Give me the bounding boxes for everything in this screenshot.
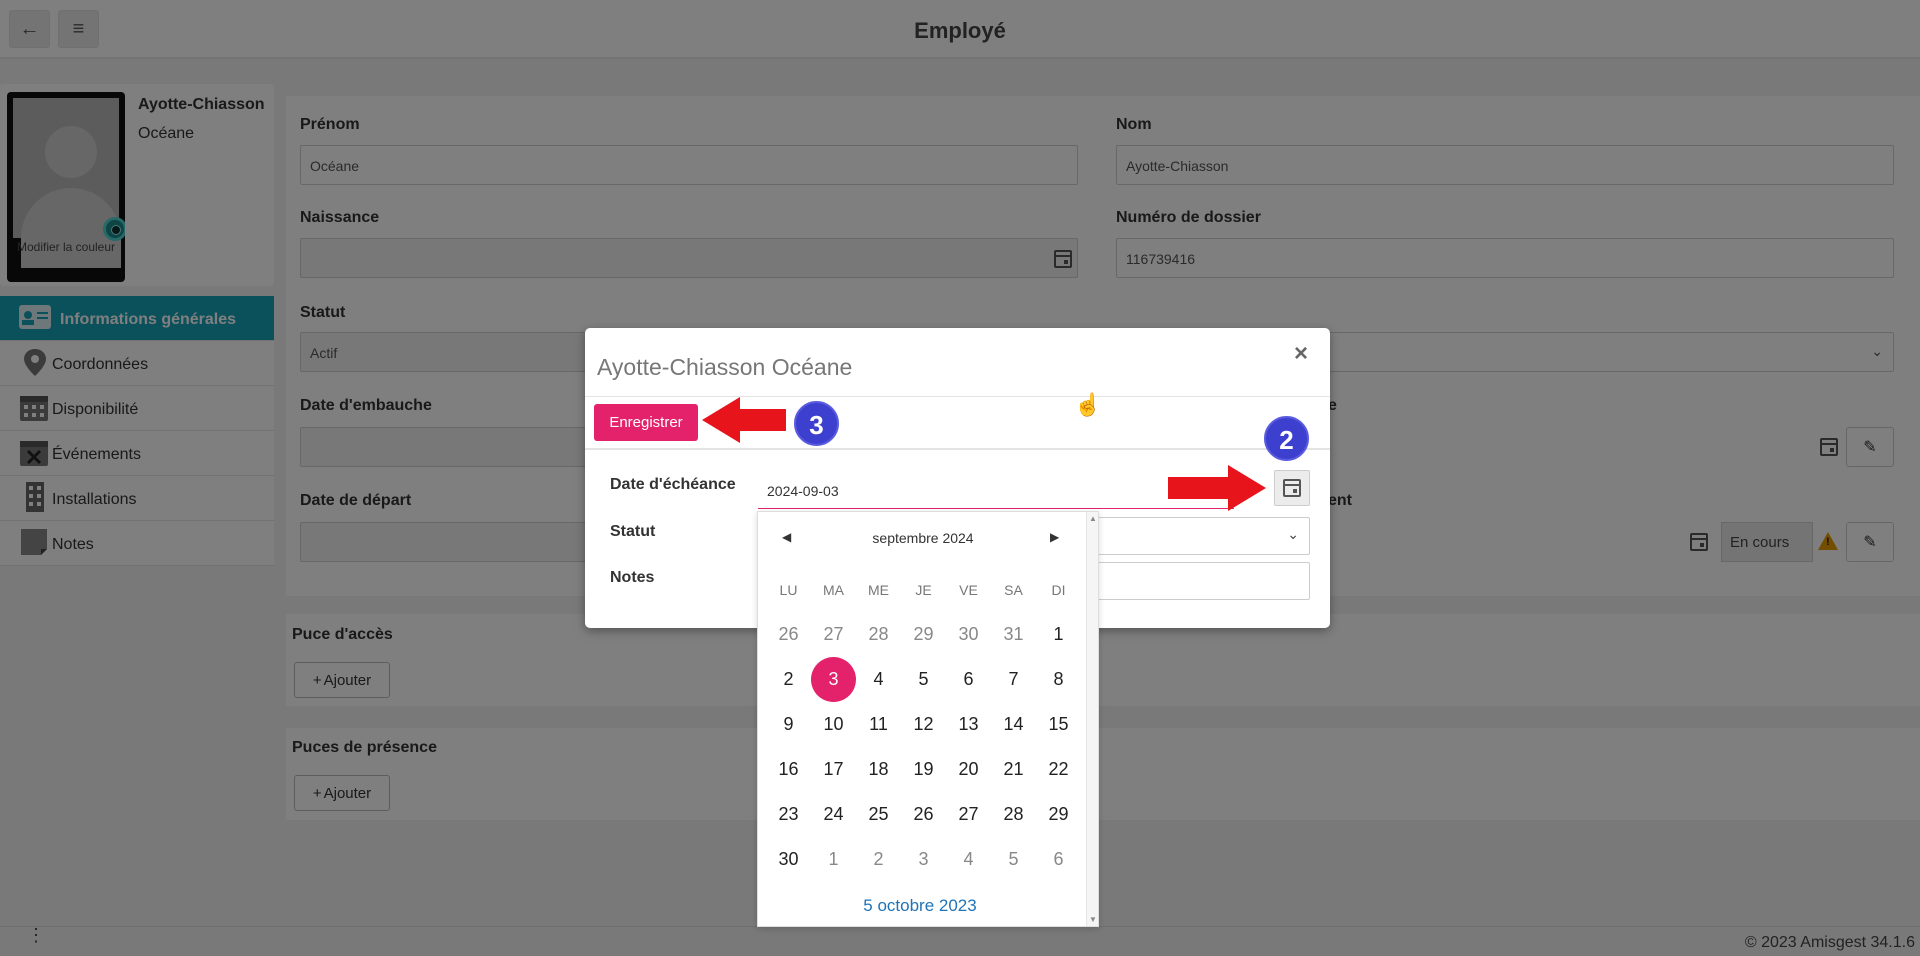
calendar-day[interactable]: 29 [1036, 792, 1081, 837]
calendar-day[interactable]: 3 [901, 837, 946, 882]
calendar-day[interactable]: 2 [766, 657, 811, 702]
calendar-day[interactable]: 28 [991, 792, 1036, 837]
calendar-day[interactable]: 21 [991, 747, 1036, 792]
calendar-day[interactable]: 14 [991, 702, 1036, 747]
calendar-day[interactable]: 4 [856, 657, 901, 702]
scroll-down-icon[interactable]: ▼ [1089, 915, 1097, 924]
calendar-day[interactable]: 20 [946, 747, 991, 792]
annotation-arrow-right [1168, 465, 1266, 511]
scroll-up-icon[interactable]: ▲ [1089, 514, 1097, 523]
chevron-down-icon: ⌄ [1287, 526, 1299, 542]
month-label[interactable]: septembre 2024 [758, 530, 1088, 546]
calendar-day[interactable]: 26 [901, 792, 946, 837]
calendar-day[interactable]: 25 [856, 792, 901, 837]
calendar-day[interactable]: 5 [991, 837, 1036, 882]
calendar-day[interactable]: 1 [811, 837, 856, 882]
calendar-day[interactable]: 6 [1036, 837, 1081, 882]
calendar-day[interactable]: 16 [766, 747, 811, 792]
modal-statut-select[interactable]: ⌄ [1097, 517, 1310, 555]
calendar-day[interactable]: 1 [1036, 612, 1081, 657]
next-month-icon[interactable]: ▶ [1050, 530, 1059, 544]
calendar-day[interactable]: 4 [946, 837, 991, 882]
calendar-day[interactable]: 26 [766, 612, 811, 657]
calendar-day[interactable]: 30 [946, 612, 991, 657]
calendar-day[interactable]: 28 [856, 612, 901, 657]
calendar-day[interactable]: 3 [811, 657, 856, 702]
modal-notes-input[interactable] [1097, 562, 1310, 600]
weekday-header: JE [915, 582, 932, 598]
calendar-day[interactable]: 23 [766, 792, 811, 837]
calendar-day[interactable]: 2 [856, 837, 901, 882]
calendar-day[interactable]: 17 [811, 747, 856, 792]
calendar-day[interactable]: 27 [946, 792, 991, 837]
calendar-day[interactable]: 29 [901, 612, 946, 657]
weekday-header: VE [959, 582, 978, 598]
date-picker-button[interactable] [1274, 470, 1310, 506]
weekday-header: DI [1051, 582, 1066, 598]
weekday-header: LU [779, 582, 798, 598]
calendar-day[interactable]: 6 [946, 657, 991, 702]
save-button[interactable]: Enregistrer [594, 404, 698, 441]
calendar-day[interactable]: 24 [811, 792, 856, 837]
calendar-day[interactable]: 30 [766, 837, 811, 882]
calendar-day[interactable]: 13 [946, 702, 991, 747]
calendar-day[interactable]: 8 [1036, 657, 1081, 702]
calendar-day[interactable]: 12 [901, 702, 946, 747]
divider [585, 396, 1330, 397]
calendar-day[interactable]: 15 [1036, 702, 1081, 747]
modal-statut-label: Statut [610, 523, 656, 540]
today-link[interactable]: 5 octobre 2023 [758, 896, 1082, 916]
calendar-day[interactable]: 10 [811, 702, 856, 747]
weekday-header: SA [1004, 582, 1023, 598]
annotation-badge-3: 3 [794, 401, 839, 446]
annotation-arrow-left [702, 397, 786, 443]
calendar-day[interactable]: 18 [856, 747, 901, 792]
calendar-day[interactable]: 9 [766, 702, 811, 747]
calendar-day[interactable]: 7 [991, 657, 1036, 702]
calendar-day[interactable]: 22 [1036, 747, 1081, 792]
date-echeance-input[interactable]: 2024-09-03 [758, 471, 1234, 509]
scrollbar[interactable]: ▲ ▼ [1086, 512, 1098, 926]
date-picker-popup: ◀ septembre 2024 ▶ 5 octobre 2023 ▲ ▼ LU M… [757, 511, 1099, 927]
mouse-cursor-icon: ☝ [1074, 392, 1102, 417]
calendar-day[interactable]: 5 [901, 657, 946, 702]
weekday-header: MA [823, 582, 844, 598]
calendar-day[interactable]: 31 [991, 612, 1036, 657]
weekday-header: ME [868, 582, 889, 598]
calendar-day[interactable]: 19 [901, 747, 946, 792]
close-icon[interactable]: × [1294, 340, 1308, 368]
calendar-day[interactable]: 27 [811, 612, 856, 657]
modal-title: Ayotte-Chiasson Océane [597, 354, 853, 380]
modal-notes-label: Notes [610, 569, 655, 586]
calendar-day[interactable]: 11 [856, 702, 901, 747]
calendar-icon [1283, 479, 1301, 497]
divider [585, 448, 1330, 450]
date-echeance-label: Date d'échéance [610, 476, 736, 493]
annotation-badge-2: 2 [1264, 416, 1309, 461]
